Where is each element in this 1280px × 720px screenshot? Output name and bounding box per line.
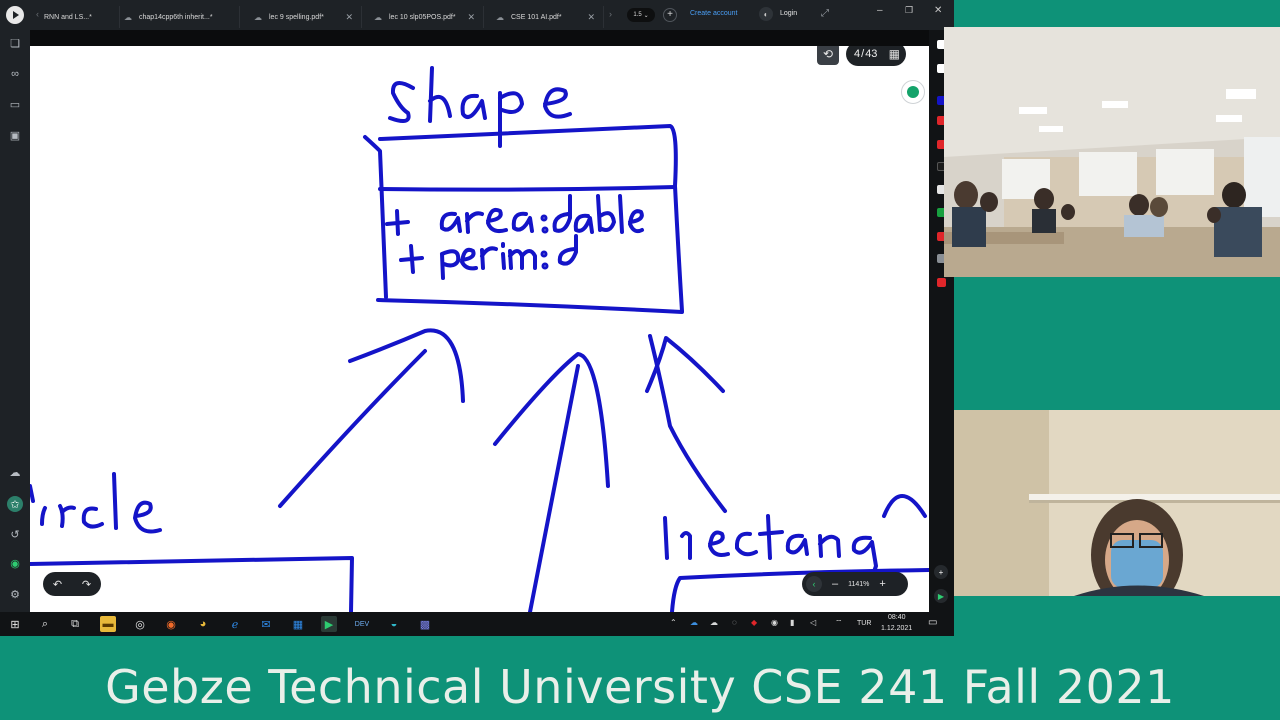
ubuntu-icon[interactable]: ◉ [163, 616, 179, 632]
internet-explorer-icon[interactable]: ℯ [227, 616, 243, 632]
close-icon[interactable]: ✕ [345, 12, 353, 23]
restore-icon[interactable]: ❐ [905, 5, 913, 16]
new-tab-button[interactable]: + [663, 8, 677, 22]
calendar-icon[interactable]: ▦ [290, 616, 306, 632]
teams-icon[interactable]: ▩ [417, 616, 433, 632]
redo-icon[interactable]: ↷ [82, 578, 91, 591]
zoom-in-button[interactable]: + [879, 578, 885, 590]
obs-icon[interactable]: ◎ [132, 616, 148, 632]
chevron-left-icon[interactable]: ‹ [806, 576, 822, 592]
speaker-icon[interactable]: ◁ [810, 618, 816, 627]
page-indicator[interactable]: 4 / 43 ▦ [846, 46, 906, 66]
tab-chap14[interactable]: ☁ chap14cpp6th inherit...* [124, 6, 240, 28]
cloud-icon: ☁ [124, 12, 132, 22]
present-button[interactable] [901, 80, 925, 104]
antivirus-icon[interactable]: ◆ [751, 618, 757, 627]
star-icon[interactable]: ✩ [7, 496, 23, 512]
cloud-icon: ☁ [254, 12, 262, 22]
close-icon[interactable]: ✕ [467, 12, 475, 23]
tab-label: chap14cpp6th inherit...* [139, 13, 213, 21]
clock-time[interactable]: 08:40 [888, 614, 906, 621]
tab-label: lec 10 slp05POS.pdf* [389, 13, 456, 21]
lecturer-video [954, 410, 1280, 596]
add-icon[interactable]: + [934, 565, 948, 579]
notification-icon[interactable]: ▭ [928, 617, 937, 628]
app-window: ‹ RNN and LS...* ☁ chap14cpp6th inherit.… [0, 0, 954, 636]
close-window-icon[interactable]: ✕ [934, 5, 942, 16]
binoculars-icon[interactable]: ∞ [7, 66, 23, 82]
cloud-icon: ☁ [496, 12, 504, 22]
record-icon[interactable]: ◉ [771, 618, 778, 627]
lecturer-webcam [954, 410, 1280, 596]
classroom-webcam [944, 27, 1280, 277]
app-logo-icon[interactable] [6, 6, 24, 24]
tab-scroll-right-icon[interactable]: › [609, 9, 612, 19]
file-explorer-icon[interactable]: ▬ [100, 616, 116, 632]
keyboard-language[interactable]: TUR [857, 620, 871, 627]
tab-label: RNN and LS...* [44, 13, 92, 21]
devc-icon[interactable]: DEV [354, 616, 370, 632]
tab-scroll-left-icon[interactable]: ‹ [36, 9, 39, 19]
minimize-icon[interactable]: – [877, 5, 883, 16]
zoom-level: 1141% [848, 580, 870, 588]
cloud-sync-icon[interactable]: ☁ [7, 464, 23, 480]
onedrive-icon[interactable]: ☁ [690, 618, 698, 627]
save-icon[interactable]: ▣ [7, 127, 23, 143]
tab-label: lec 9 spelling.pdf* [269, 13, 324, 21]
canvas-top-band [30, 30, 929, 46]
battery-icon[interactable]: ▮ [790, 618, 794, 627]
chevron-up-icon[interactable]: ⌃ [670, 618, 677, 627]
history-restore-button[interactable]: ⟲ [817, 46, 839, 65]
left-sidebar: ❏ ∞ ▭ ▣ ☁ ✩ ↺ ◉ ⚙ [0, 30, 30, 612]
tab-cse101[interactable]: ☁ CSE 101 AI.pdf* ✕ [490, 6, 604, 28]
fullscreen-icon[interactable]: ⤢ [821, 8, 829, 19]
laser-icon[interactable] [937, 278, 946, 287]
version-dropdown[interactable]: 1.5 ⌄ [627, 8, 655, 22]
windows-start-icon[interactable]: ⊞ [7, 616, 23, 632]
keyboard-icon[interactable]: ▭ [7, 96, 23, 112]
close-icon[interactable]: ✕ [587, 12, 595, 23]
page-separator: / [861, 48, 865, 60]
tab-lec9[interactable]: ☁ lec 9 spelling.pdf* ✕ [248, 6, 362, 28]
settings-gear-icon[interactable]: ⚙ [7, 586, 23, 602]
whiteboard-app-icon[interactable]: ▶ [321, 616, 337, 632]
play-icon[interactable]: ▶ [934, 589, 948, 603]
zoom-out-button[interactable]: – [832, 578, 838, 590]
whiteboard-canvas[interactable]: ⟲ 4 / 43 ▦ ↶ ↷ ‹ – 1141% + [30, 46, 929, 612]
chrome-icon[interactable]: ◕ [195, 616, 211, 632]
chevron-down-icon: ⌄ [643, 12, 649, 19]
undo-icon[interactable]: ↶ [53, 578, 62, 591]
tab-rnn[interactable]: RNN and LS...* [44, 6, 120, 28]
create-account-link[interactable]: Create account [690, 10, 737, 17]
windows-taskbar: ⊞ ⌕ ⧉ ▬ ◎ ◉ ◕ ℯ ✉ ▦ ▶ DEV ◒ ▩ ⌃ ☁ ☁ ◌ ◆ … [0, 612, 954, 636]
login-button[interactable]: Login [780, 10, 797, 17]
cloud-icon[interactable]: ☁ [710, 618, 718, 627]
search-icon[interactable]: ⌕ [37, 616, 53, 632]
total-pages: 43 [865, 48, 878, 60]
history-icon[interactable]: ↺ [7, 526, 23, 542]
tab-lec10[interactable]: ☁ lec 10 slp05POS.pdf* ✕ [368, 6, 484, 28]
zoom-bar: ‹ – 1141% + [802, 572, 908, 596]
version-label: 1.5 [633, 12, 642, 18]
tab-label: CSE 101 AI.pdf* [511, 13, 562, 21]
wifi-icon[interactable]: ⌔ [835, 618, 843, 628]
lecture-caption: Gebze Technical University CSE 241 Fall … [105, 660, 1175, 714]
mail-icon[interactable]: ✉ [258, 616, 274, 632]
classroom-video [944, 27, 1280, 277]
edge-icon[interactable]: ◒ [386, 616, 402, 632]
user-icon[interactable]: ◐ [759, 7, 773, 21]
task-view-icon[interactable]: ⧉ [67, 616, 83, 632]
current-page: 4 [854, 48, 861, 60]
grid-view-icon[interactable]: ▦ [889, 47, 900, 61]
ink-drawing [30, 66, 929, 612]
title-bar: ‹ RNN and LS...* ☁ chap14cpp6th inherit.… [0, 0, 954, 30]
clock-date[interactable]: 1.12.2021 [881, 625, 912, 632]
undo-redo-bar: ↶ ↷ [43, 572, 101, 596]
extension-icon[interactable]: ◉ [7, 555, 23, 571]
cloud-icon: ☁ [374, 12, 382, 22]
copy-pages-icon[interactable]: ❏ [7, 35, 23, 51]
network-icon[interactable]: ◌ [732, 618, 737, 627]
